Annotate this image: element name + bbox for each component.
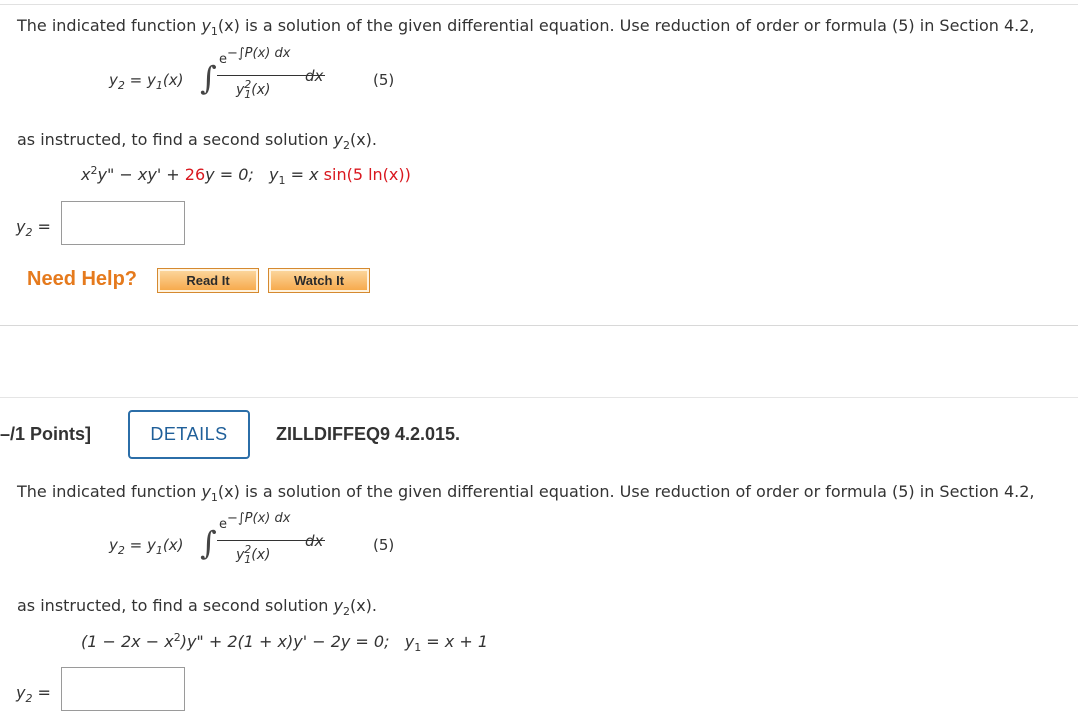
formula-denominator: y21(x) bbox=[236, 543, 271, 566]
points-label: –/1 Points] bbox=[0, 424, 92, 444]
problem1-intro: The indicated function y1(x) is a soluti… bbox=[17, 16, 1035, 38]
intro-text-rest: (x) is a solution of the given different… bbox=[217, 16, 1035, 35]
formula-number: (5) bbox=[373, 71, 395, 89]
reduction-formula: y2 = y1(x) ∫ e−∫P(x) dx y21(x) dx (5) bbox=[109, 46, 409, 108]
problem2-equation: (1 − 2x − x2)y" + 2(1 + x)y' − 2y = 0; y… bbox=[81, 631, 489, 654]
details-button[interactable]: DETAILS bbox=[128, 410, 250, 459]
watch-it-button[interactable]: Watch It bbox=[268, 268, 370, 293]
problem2-intro: The indicated function y1(x) is a soluti… bbox=[17, 482, 1035, 504]
formula-numerator: e−∫P(x) dx bbox=[219, 511, 291, 532]
section-divider bbox=[0, 325, 1078, 326]
intro-text: The indicated function bbox=[17, 16, 202, 35]
y1-symbol: y bbox=[201, 16, 211, 35]
problem1-equation: x2y" − xy' + 26y = 0; y1 = x sin(5 ln(x)… bbox=[81, 164, 411, 187]
formula-lhs: y2 = y1(x) bbox=[109, 536, 184, 557]
y1-function-highlight: sin(5 ln(x)) bbox=[323, 165, 411, 184]
answer-label-2: y2 = bbox=[16, 683, 51, 705]
formula-lhs: y2 = y1(x) bbox=[109, 71, 184, 92]
read-it-button[interactable]: Read It bbox=[157, 268, 259, 293]
formula-denominator: y21(x) bbox=[236, 78, 271, 101]
formula-numerator: e−∫P(x) dx bbox=[219, 46, 291, 67]
problem2-instruction: as instructed, to find a second solution… bbox=[17, 596, 377, 618]
formula-dx: dx bbox=[305, 532, 324, 550]
answer-label-1: y2 = bbox=[16, 217, 51, 239]
answer-input-1[interactable] bbox=[61, 201, 185, 245]
section-divider-2 bbox=[0, 397, 1078, 398]
integral-sign: ∫ bbox=[200, 524, 217, 562]
problem-code: ZILLDIFFEQ9 4.2.015. bbox=[276, 424, 461, 444]
need-help-label: Need Help? bbox=[27, 268, 138, 290]
reduction-formula-2: y2 = y1(x) ∫ e−∫P(x) dx y21(x) dx (5) bbox=[109, 511, 409, 573]
y1-subscript: 1 bbox=[210, 25, 218, 38]
problem1-instruction: as instructed, to find a second solution… bbox=[17, 130, 377, 152]
coefficient-highlight: 26 bbox=[184, 165, 206, 184]
answer-input-2[interactable] bbox=[61, 667, 185, 711]
formula-dx: dx bbox=[305, 67, 324, 85]
integral-sign: ∫ bbox=[200, 59, 217, 97]
top-divider bbox=[0, 4, 1078, 5]
formula-number: (5) bbox=[373, 536, 395, 554]
